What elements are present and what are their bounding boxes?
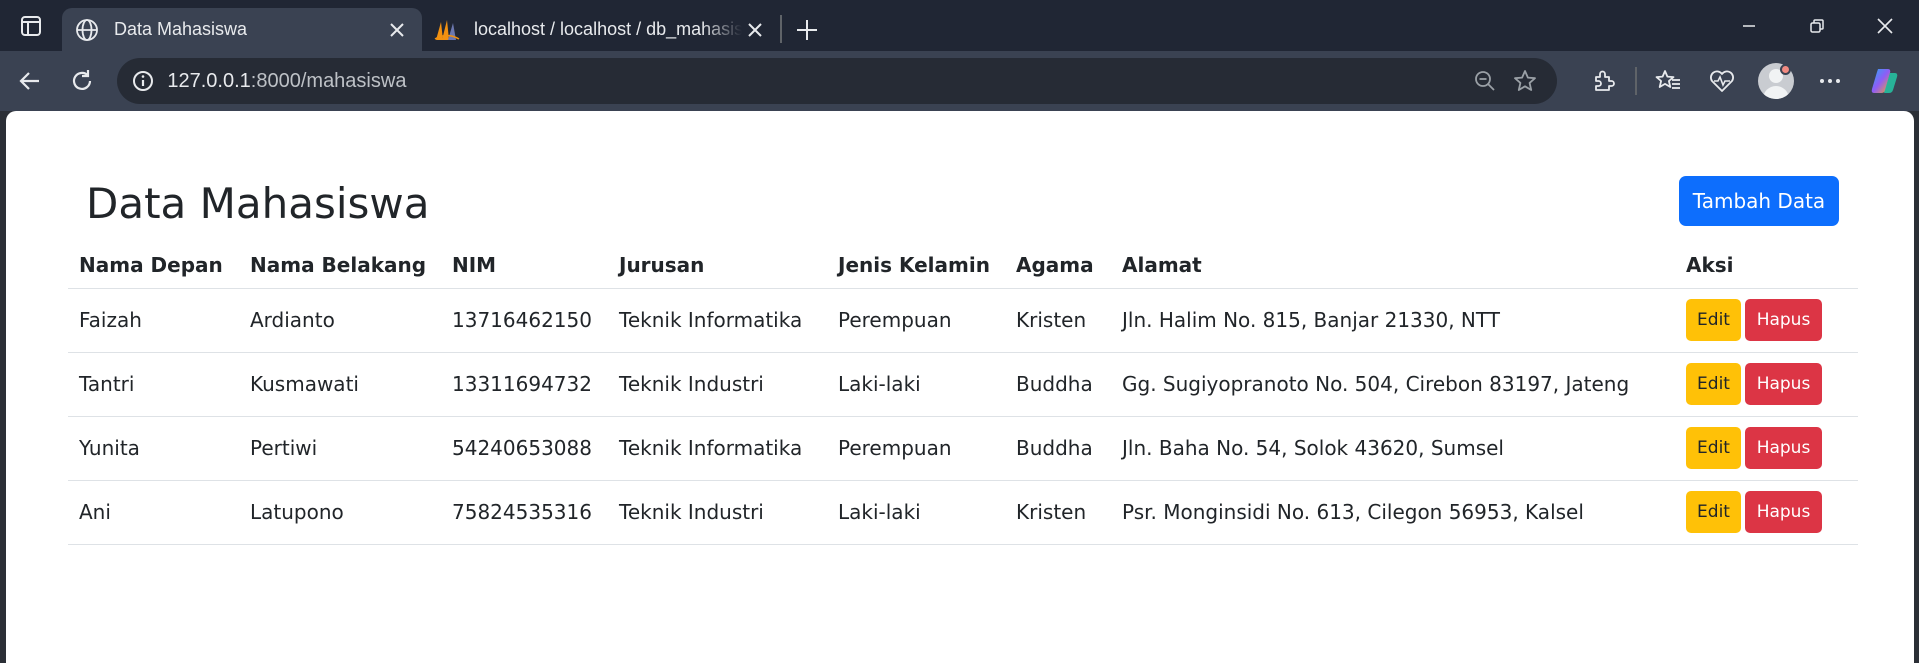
cell-jenis-kelamin: Perempuan (827, 416, 1005, 481)
cell-aksi: Edit Hapus (1675, 352, 1858, 417)
cell-nama-depan: Tantri (68, 352, 239, 417)
browser-toolbar: 127.0.0.1:8000/mahasiswa (0, 51, 1919, 111)
add-data-button[interactable]: Tambah Data (1679, 176, 1839, 226)
back-button[interactable] (8, 59, 52, 103)
toolbar-divider (1635, 67, 1638, 95)
cell-agama: Kristen (1005, 480, 1111, 545)
cell-jurusan: Teknik Informatika (608, 416, 827, 481)
notification-dot (1780, 64, 1792, 75)
cell-jurusan: Teknik Industri (608, 480, 827, 545)
cell-jenis-kelamin: Laki-laki (827, 352, 1005, 417)
edit-button[interactable]: Edit (1686, 491, 1741, 533)
delete-button[interactable]: Hapus (1745, 363, 1822, 405)
cell-alamat: Jln. Halim No. 815, Banjar 21330, NTT (1111, 288, 1675, 353)
cell-alamat: Gg. Sugiyopranoto No. 504, Cirebon 83197… (1111, 352, 1675, 417)
cell-nama-belakang: Latupono (239, 480, 441, 545)
header-jurusan: Jurusan (608, 242, 827, 289)
delete-button[interactable]: Hapus (1745, 299, 1822, 341)
cell-nama-belakang: Pertiwi (239, 416, 441, 481)
minimize-button[interactable] (1715, 0, 1783, 51)
more-menu-icon[interactable] (1803, 58, 1857, 104)
cell-jenis-kelamin: Laki-laki (827, 480, 1005, 545)
site-info-icon[interactable] (129, 67, 157, 95)
close-icon (1877, 17, 1893, 34)
tab-actions-icon (21, 15, 41, 36)
header-nim: NIM (441, 242, 608, 289)
cell-nama-belakang: Kusmawati (239, 352, 441, 417)
cell-nama-depan: Ani (68, 480, 239, 545)
table-row: Yunita Pertiwi 54240653088 Teknik Inform… (68, 416, 1858, 481)
cell-jenis-kelamin: Perempuan (827, 288, 1005, 353)
header-alamat: Alamat (1111, 242, 1675, 289)
tab-data-mahasiswa[interactable]: Data Mahasiswa (62, 8, 422, 51)
cell-jurusan: Teknik Industri (608, 352, 827, 417)
tab-title: localhost / localhost / db_mahasiswa (474, 19, 742, 39)
browser-essentials-icon[interactable] (1695, 58, 1749, 104)
plus-icon (797, 19, 817, 40)
tab-phpmyadmin[interactable]: localhost / localhost / db_mahasiswa (422, 8, 780, 51)
header-nama-depan: Nama Depan (68, 242, 239, 289)
cell-aksi: Edit Hapus (1675, 480, 1858, 545)
arrow-left-icon (19, 72, 39, 90)
favorites-icon[interactable] (1641, 58, 1695, 104)
delete-button[interactable]: Hapus (1745, 427, 1822, 469)
header-aksi: Aksi (1675, 242, 1858, 289)
address-bar[interactable]: 127.0.0.1:8000/mahasiswa (117, 58, 1558, 104)
cell-nim: 54240653088 (441, 416, 608, 481)
close-tab-icon[interactable] (384, 17, 410, 43)
edit-button[interactable]: Edit (1686, 363, 1741, 405)
cell-nim: 75824535316 (441, 480, 608, 545)
profile-button[interactable] (1749, 58, 1803, 104)
restore-icon (1810, 18, 1824, 33)
cell-agama: Kristen (1005, 288, 1111, 353)
cell-nama-depan: Faizah (68, 288, 239, 353)
cell-agama: Buddha (1005, 352, 1111, 417)
globe-icon (74, 17, 100, 43)
reload-icon (72, 70, 91, 90)
table-header-row: Nama Depan Nama Belakang NIM Jurusan Jen… (68, 242, 1858, 289)
new-tab-button[interactable] (782, 8, 832, 51)
zoom-out-icon[interactable] (1465, 61, 1505, 101)
cell-jurusan: Teknik Informatika (608, 288, 827, 353)
browser-window: Data Mahasiswa localhost / localhost / d… (0, 0, 1919, 663)
edit-button[interactable]: Edit (1686, 299, 1741, 341)
extensions-icon[interactable] (1577, 58, 1631, 104)
reload-button[interactable] (60, 59, 104, 103)
cell-nama-belakang: Ardianto (239, 288, 441, 353)
header-nama-belakang: Nama Belakang (239, 242, 441, 289)
window-controls (1715, 0, 1919, 51)
restore-button[interactable] (1783, 0, 1851, 51)
cell-aksi: Edit Hapus (1675, 416, 1858, 481)
url-host: 127.0.0.1 (167, 69, 251, 92)
cell-nim: 13311694732 (441, 352, 608, 417)
toolbar-right (1577, 58, 1911, 104)
cell-nama-depan: Yunita (68, 416, 239, 481)
header-jenis-kelamin: Jenis Kelamin (827, 242, 1005, 289)
url-text: 127.0.0.1:8000/mahasiswa (167, 70, 1465, 93)
tab-title: Data Mahasiswa (114, 19, 248, 39)
phpmyadmin-icon (434, 17, 460, 43)
url-path: :8000/mahasiswa (250, 69, 407, 92)
favorite-star-icon[interactable] (1505, 61, 1545, 101)
edit-button[interactable]: Edit (1686, 427, 1741, 469)
copilot-icon[interactable] (1857, 58, 1911, 104)
table-row: Tantri Kusmawati 13311694732 Teknik Indu… (68, 352, 1858, 417)
minimize-icon (1743, 24, 1755, 27)
tab-strip: Data Mahasiswa localhost / localhost / d… (0, 0, 1919, 51)
table-row: Faizah Ardianto 13716462150 Teknik Infor… (68, 288, 1858, 353)
cell-nim: 13716462150 (441, 288, 608, 353)
cell-aksi: Edit Hapus (1675, 288, 1858, 353)
students-table: Nama Depan Nama Belakang NIM Jurusan Jen… (68, 242, 1858, 545)
table-row: Ani Latupono 75824535316 Teknik Industri… (68, 480, 1858, 545)
close-tab-icon[interactable] (742, 17, 768, 43)
header-agama: Agama (1005, 242, 1111, 289)
cell-agama: Buddha (1005, 416, 1111, 481)
page-title: Data Mahasiswa (86, 179, 430, 228)
delete-button[interactable]: Hapus (1745, 491, 1822, 533)
close-window-button[interactable] (1851, 0, 1919, 51)
cell-alamat: Jln. Baha No. 54, Solok 43620, Sumsel (1111, 416, 1675, 481)
page-viewport: Data Mahasiswa Tambah Data Nama Depan Na… (6, 111, 1914, 663)
tab-actions-button[interactable] (0, 0, 62, 51)
cell-alamat: Psr. Monginsidi No. 613, Cilegon 56953, … (1111, 480, 1675, 545)
